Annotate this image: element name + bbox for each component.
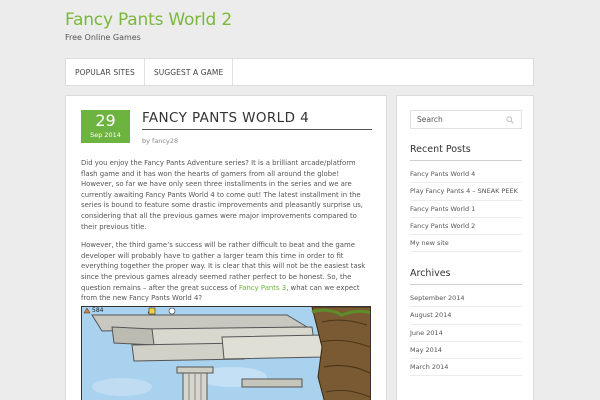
archive-link[interactable]: August 2014	[410, 307, 522, 325]
sidebar: Search Recent Posts Fancy Pants World 4 …	[396, 95, 534, 400]
game-scene-illustration	[82, 307, 370, 400]
recent-post-link[interactable]: Fancy Pants World 2	[410, 218, 522, 236]
post-date-day: 29	[95, 111, 116, 130]
recent-post-link[interactable]: Play Fancy Pants 4 – SNEAK PEEK	[410, 183, 522, 201]
search-placeholder: Search	[417, 115, 443, 124]
post-paragraph: Did you enjoy the Fancy Pants Adventure …	[81, 159, 363, 231]
game-screenshot: 584	[81, 306, 371, 400]
search-input[interactable]: Search	[410, 110, 522, 129]
post-content-panel: 29 Sep 2014 FANCY PANTS WORLD 4 by fancy…	[65, 95, 387, 400]
recent-posts-heading: Recent Posts	[410, 144, 471, 155]
recent-post-link[interactable]: Fancy Pants World 4	[410, 166, 522, 184]
archive-link[interactable]: March 2014	[410, 359, 522, 377]
archive-link[interactable]: September 2014	[410, 290, 522, 308]
fancy-pants-3-link[interactable]: Fancy Pants 3	[239, 284, 286, 292]
post-byline[interactable]: by fancy28	[142, 137, 178, 145]
main-navigation: POPULAR SITES SUGGEST A GAME	[65, 58, 534, 86]
archive-link[interactable]: June 2014	[410, 325, 522, 342]
site-title[interactable]: Fancy Pants World 2	[65, 10, 232, 30]
post-date-month-year: Sep 2014	[90, 131, 121, 139]
post-date-badge: 29 Sep 2014	[81, 110, 130, 143]
search-icon[interactable]	[506, 116, 514, 124]
archives-list: September 2014 August 2014 June 2014 May…	[410, 290, 522, 377]
recent-post-link[interactable]: Fancy Pants World 1	[410, 201, 522, 218]
post-title[interactable]: FANCY PANTS WORLD 4	[142, 110, 372, 130]
recent-post-link[interactable]: My new site	[410, 235, 522, 253]
game-hud-counter: 584	[92, 307, 104, 314]
recent-posts-list: Fancy Pants World 4 Play Fancy Pants 4 –…	[410, 166, 522, 253]
post-body: Did you enjoy the Fancy Pants Adventure …	[81, 158, 373, 312]
post-paragraph: However, the third game’s success will b…	[81, 240, 373, 304]
archive-link[interactable]: May 2014	[410, 342, 522, 360]
nav-item-suggest-a-game[interactable]: SUGGEST A GAME	[145, 59, 234, 85]
site-tagline: Free Online Games	[65, 33, 141, 42]
recent-posts-divider	[410, 160, 522, 161]
archives-divider	[410, 284, 522, 285]
archives-heading: Archives	[410, 268, 451, 279]
nav-item-popular-sites[interactable]: POPULAR SITES	[66, 59, 145, 85]
